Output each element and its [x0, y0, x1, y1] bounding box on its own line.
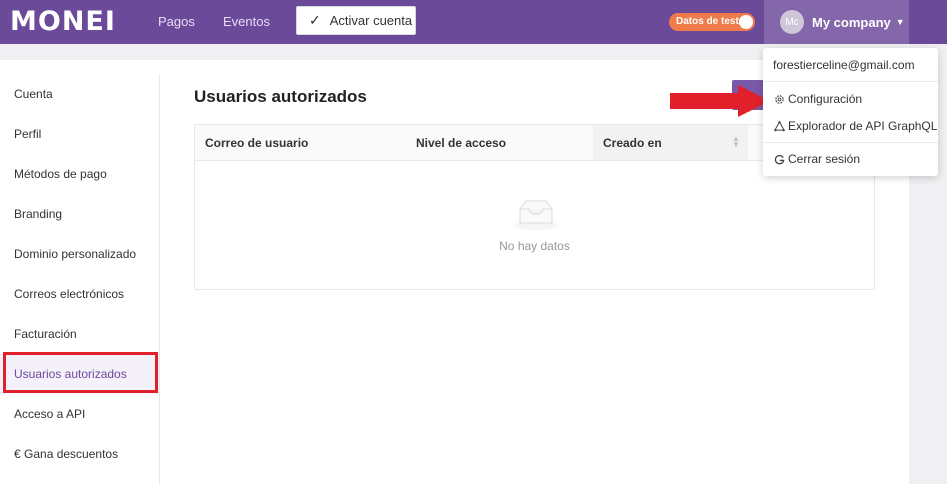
- google-icon: [773, 153, 785, 165]
- dropdown-item-graphql-explorer[interactable]: Explorador de API GraphQL: [773, 119, 937, 133]
- sidebar-item-dominio-personalizado[interactable]: Dominio personalizado: [0, 234, 159, 274]
- dropdown-item-label: Configuración: [788, 92, 863, 106]
- dropdown-user-email: forestierceline@gmail.com: [773, 58, 915, 72]
- dropdown-item-label: Cerrar sesión: [788, 152, 861, 166]
- activate-account-button[interactable]: ✓ Activar cuenta: [296, 6, 416, 35]
- empty-state-text: No hay datos: [499, 239, 570, 253]
- caret-down-icon: ▼: [895, 17, 905, 27]
- annotation-arrow-icon: [670, 85, 770, 117]
- checkmark-icon: ✓: [309, 12, 321, 28]
- sort-icon[interactable]: ▲ ▼: [732, 135, 740, 149]
- toggle-knob: [739, 15, 753, 29]
- dropdown-divider: [763, 81, 938, 82]
- sidebar-item-metodos-de-pago[interactable]: Métodos de pago: [0, 154, 159, 194]
- dropdown-item-label: Explorador de API GraphQL: [788, 119, 938, 133]
- settings-sidebar: Cuenta Perfil Métodos de pago Branding D…: [0, 74, 160, 484]
- top-navbar: MONEI Pagos Eventos ✓ Activar cuenta Dat…: [0, 0, 947, 44]
- account-dropdown-menu: forestierceline@gmail.com Configuración …: [763, 48, 938, 176]
- activate-account-label: Activar cuenta: [329, 13, 413, 28]
- page-title: Usuarios autorizados: [194, 87, 367, 106]
- nav-pagos[interactable]: Pagos: [158, 14, 195, 29]
- sidebar-item-cuenta[interactable]: Cuenta: [0, 74, 159, 114]
- column-header-access-level: Nivel de acceso: [416, 136, 507, 150]
- avatar: Mc: [780, 10, 804, 34]
- dropdown-item-configuracion[interactable]: Configuración: [773, 92, 862, 106]
- annotation-highlight-box: [3, 352, 158, 393]
- account-menu-trigger[interactable]: Mc My company ▼: [764, 0, 909, 44]
- sidebar-item-facturacion[interactable]: Facturación: [0, 314, 159, 354]
- sidebar-item-perfil[interactable]: Perfil: [0, 114, 159, 154]
- dropdown-item-cerrar-sesion[interactable]: Cerrar sesión: [773, 152, 860, 166]
- column-header-email: Correo de usuario: [205, 136, 309, 150]
- monei-logo[interactable]: MONEI: [10, 6, 116, 37]
- graphql-icon: [773, 120, 785, 132]
- sidebar-item-gana-descuentos[interactable]: € Gana descuentos: [0, 434, 159, 474]
- empty-inbox-icon: [515, 200, 557, 230]
- gear-icon: [773, 93, 785, 105]
- test-data-toggle[interactable]: Datos de test: [669, 13, 755, 31]
- company-name: My company: [812, 14, 891, 30]
- nav-eventos[interactable]: Eventos: [223, 14, 270, 29]
- sidebar-item-correos-electronicos[interactable]: Correos electrónicos: [0, 274, 159, 314]
- test-data-label: Datos de test: [676, 16, 739, 27]
- sidebar-item-branding[interactable]: Branding: [0, 194, 159, 234]
- dropdown-divider: [763, 142, 938, 143]
- sidebar-item-acceso-a-api[interactable]: Acceso a API: [0, 394, 159, 434]
- column-header-created[interactable]: Creado en: [603, 136, 662, 150]
